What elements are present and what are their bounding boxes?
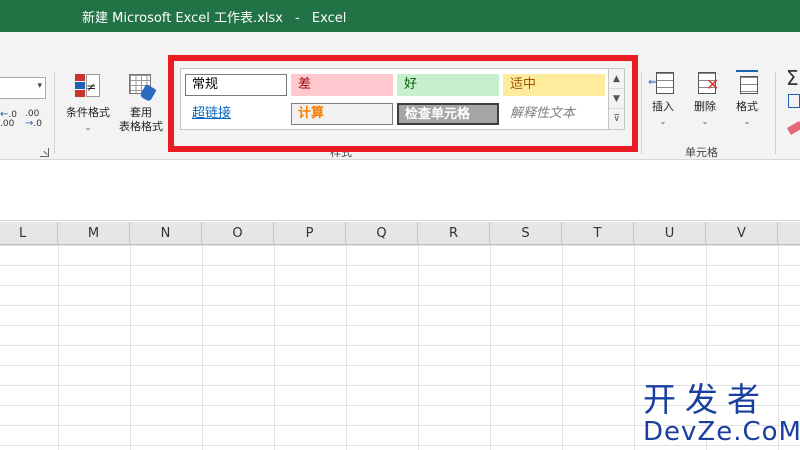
style-normal[interactable]: 常规: [185, 74, 287, 96]
window-title: 新建 Microsoft Excel 工作表.xlsx - Excel: [82, 7, 346, 26]
style-neutral[interactable]: 适中: [503, 74, 605, 96]
delete-label: 删除: [694, 100, 716, 113]
column-header-O[interactable]: O: [202, 222, 274, 245]
style-good[interactable]: 好: [397, 74, 499, 96]
gallery-scroll-up-button[interactable]: ▲: [609, 69, 624, 89]
conditional-formatting-icon: ≠: [73, 72, 103, 102]
chevron-down-icon: ⌄: [659, 117, 667, 126]
insert-cells-icon: ⇐: [648, 70, 676, 96]
decrease-decimal-button[interactable]: .00 →.0: [25, 110, 47, 132]
group-divider: [641, 72, 642, 154]
file-title: 新建 Microsoft Excel 工作表.xlsx: [82, 11, 283, 26]
column-header-R[interactable]: R: [418, 222, 490, 245]
format-as-table-button[interactable]: 套用 表格格式: [114, 72, 168, 134]
title-bar: 新建 Microsoft Excel 工作表.xlsx - Excel: [0, 0, 800, 32]
ribbon: ▾ ←.0.00 .00 →.0 ≠ 条件格式 ⌄ 套用 表格格式 常规 差 好 …: [0, 32, 800, 160]
chevron-down-icon: ▾: [37, 81, 42, 91]
styles-group-label: 样式: [330, 146, 352, 159]
chevron-down-icon: ⌄: [743, 117, 751, 126]
insert-label: 插入: [652, 100, 674, 113]
format-as-table-label-1: 套用: [130, 106, 152, 119]
insert-cells-button[interactable]: ⇐ 插入 ⌄: [646, 70, 680, 129]
increase-decimal-button[interactable]: ←.0.00: [0, 110, 22, 132]
cells-group-label: 单元格: [685, 146, 718, 159]
watermark-chinese: 开发者: [643, 380, 769, 419]
gallery-scroll-down-button[interactable]: ▼: [609, 89, 624, 109]
column-header-T[interactable]: T: [562, 222, 634, 245]
column-header-Q[interactable]: Q: [346, 222, 418, 245]
format-cells-button[interactable]: 格式 ⌄: [730, 70, 764, 129]
gallery-more-button[interactable]: ⊽: [609, 109, 624, 129]
style-check-cell[interactable]: 检查单元格: [397, 103, 499, 125]
group-divider: [775, 72, 776, 154]
number-format-dropdown[interactable]: ▾: [0, 77, 46, 99]
column-header: L M N O P Q R S T U V: [0, 222, 800, 245]
column-header-S[interactable]: S: [490, 222, 562, 245]
column-header-U[interactable]: U: [634, 222, 706, 245]
conditional-formatting-label: 条件格式: [66, 106, 110, 119]
style-explanatory-text[interactable]: 解释性文本: [503, 103, 605, 125]
formula-bar-area[interactable]: [0, 161, 800, 221]
cell-styles-gallery: 常规 差 好 适中 超链接 计算 检查单元格 解释性文本: [180, 68, 625, 130]
conditional-formatting-button[interactable]: ≠ 条件格式 ⌄: [60, 72, 116, 135]
format-as-table-label-2: 表格格式: [119, 120, 163, 133]
column-header-M[interactable]: M: [58, 222, 130, 245]
chevron-down-icon: ⌄: [701, 117, 709, 126]
delete-cells-icon: ✕: [692, 70, 719, 96]
autosum-button[interactable]: Σ: [786, 66, 799, 90]
delete-cells-button[interactable]: ✕ 删除 ⌄: [688, 70, 722, 129]
watermark: 开发者 DevZe.CoM: [643, 380, 800, 448]
chevron-down-icon: ⌄: [84, 123, 92, 132]
format-cells-icon: [734, 70, 760, 96]
watermark-english: DevZe.CoM: [643, 417, 800, 447]
title-separator: -: [295, 11, 300, 26]
app-name: Excel: [311, 11, 347, 26]
column-header-P[interactable]: P: [274, 222, 346, 245]
format-label: 格式: [736, 100, 758, 113]
style-bad[interactable]: 差: [291, 74, 393, 96]
column-header-L[interactable]: L: [0, 222, 58, 245]
column-header-N[interactable]: N: [130, 222, 202, 245]
style-hyperlink[interactable]: 超链接: [185, 103, 287, 125]
eraser-icon[interactable]: [786, 121, 800, 135]
fill-down-icon[interactable]: [788, 94, 800, 108]
group-divider: [54, 72, 55, 154]
style-calculation[interactable]: 计算: [291, 103, 393, 125]
number-dialog-launcher-icon[interactable]: [40, 148, 49, 157]
column-header-V[interactable]: V: [706, 222, 778, 245]
gallery-scrollbar: ▲ ▼ ⊽: [608, 68, 625, 130]
table-format-icon: [126, 72, 157, 103]
